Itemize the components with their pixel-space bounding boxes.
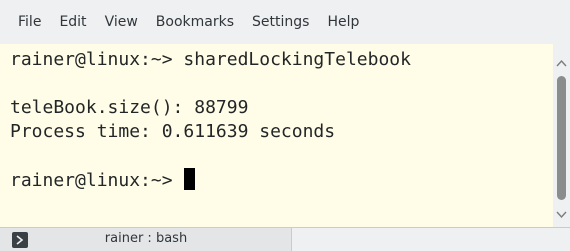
terminal-line: rainer@linux:~> sharedLockingTelebook: [10, 49, 411, 70]
menu-view[interactable]: View: [96, 10, 147, 34]
tab-label: rainer : bash: [104, 231, 188, 246]
scroll-down-arrow-icon[interactable]: [556, 206, 567, 219]
terminal-line: teleBook.size(): 88799: [10, 97, 249, 118]
menu-bookmarks[interactable]: Bookmarks: [147, 10, 243, 34]
menu-settings[interactable]: Settings: [243, 10, 318, 34]
text-cursor: [184, 168, 196, 190]
terminal-prompt-line: rainer@linux:~>: [10, 168, 196, 193]
konsole-window: File Edit View Bookmarks Settings Help r…: [0, 0, 570, 251]
menu-edit[interactable]: Edit: [50, 10, 95, 34]
terminal-output[interactable]: rainer@linux:~> sharedLockingTelebook te…: [0, 44, 553, 227]
terminal-line: Process time: 0.611639 seconds: [10, 121, 336, 142]
vertical-scrollbar[interactable]: [553, 44, 570, 227]
menu-file[interactable]: File: [9, 10, 50, 34]
menu-help[interactable]: Help: [318, 10, 368, 34]
menubar: File Edit View Bookmarks Settings Help: [0, 0, 570, 44]
tab-rainer-bash[interactable]: rainer : bash: [0, 228, 292, 251]
scroll-up-arrow-icon[interactable]: [556, 54, 567, 67]
terminal-prompt: rainer@linux:~>: [10, 170, 184, 191]
tab-bar: rainer : bash: [0, 227, 570, 251]
scrollbar-thumb[interactable]: [557, 76, 566, 200]
